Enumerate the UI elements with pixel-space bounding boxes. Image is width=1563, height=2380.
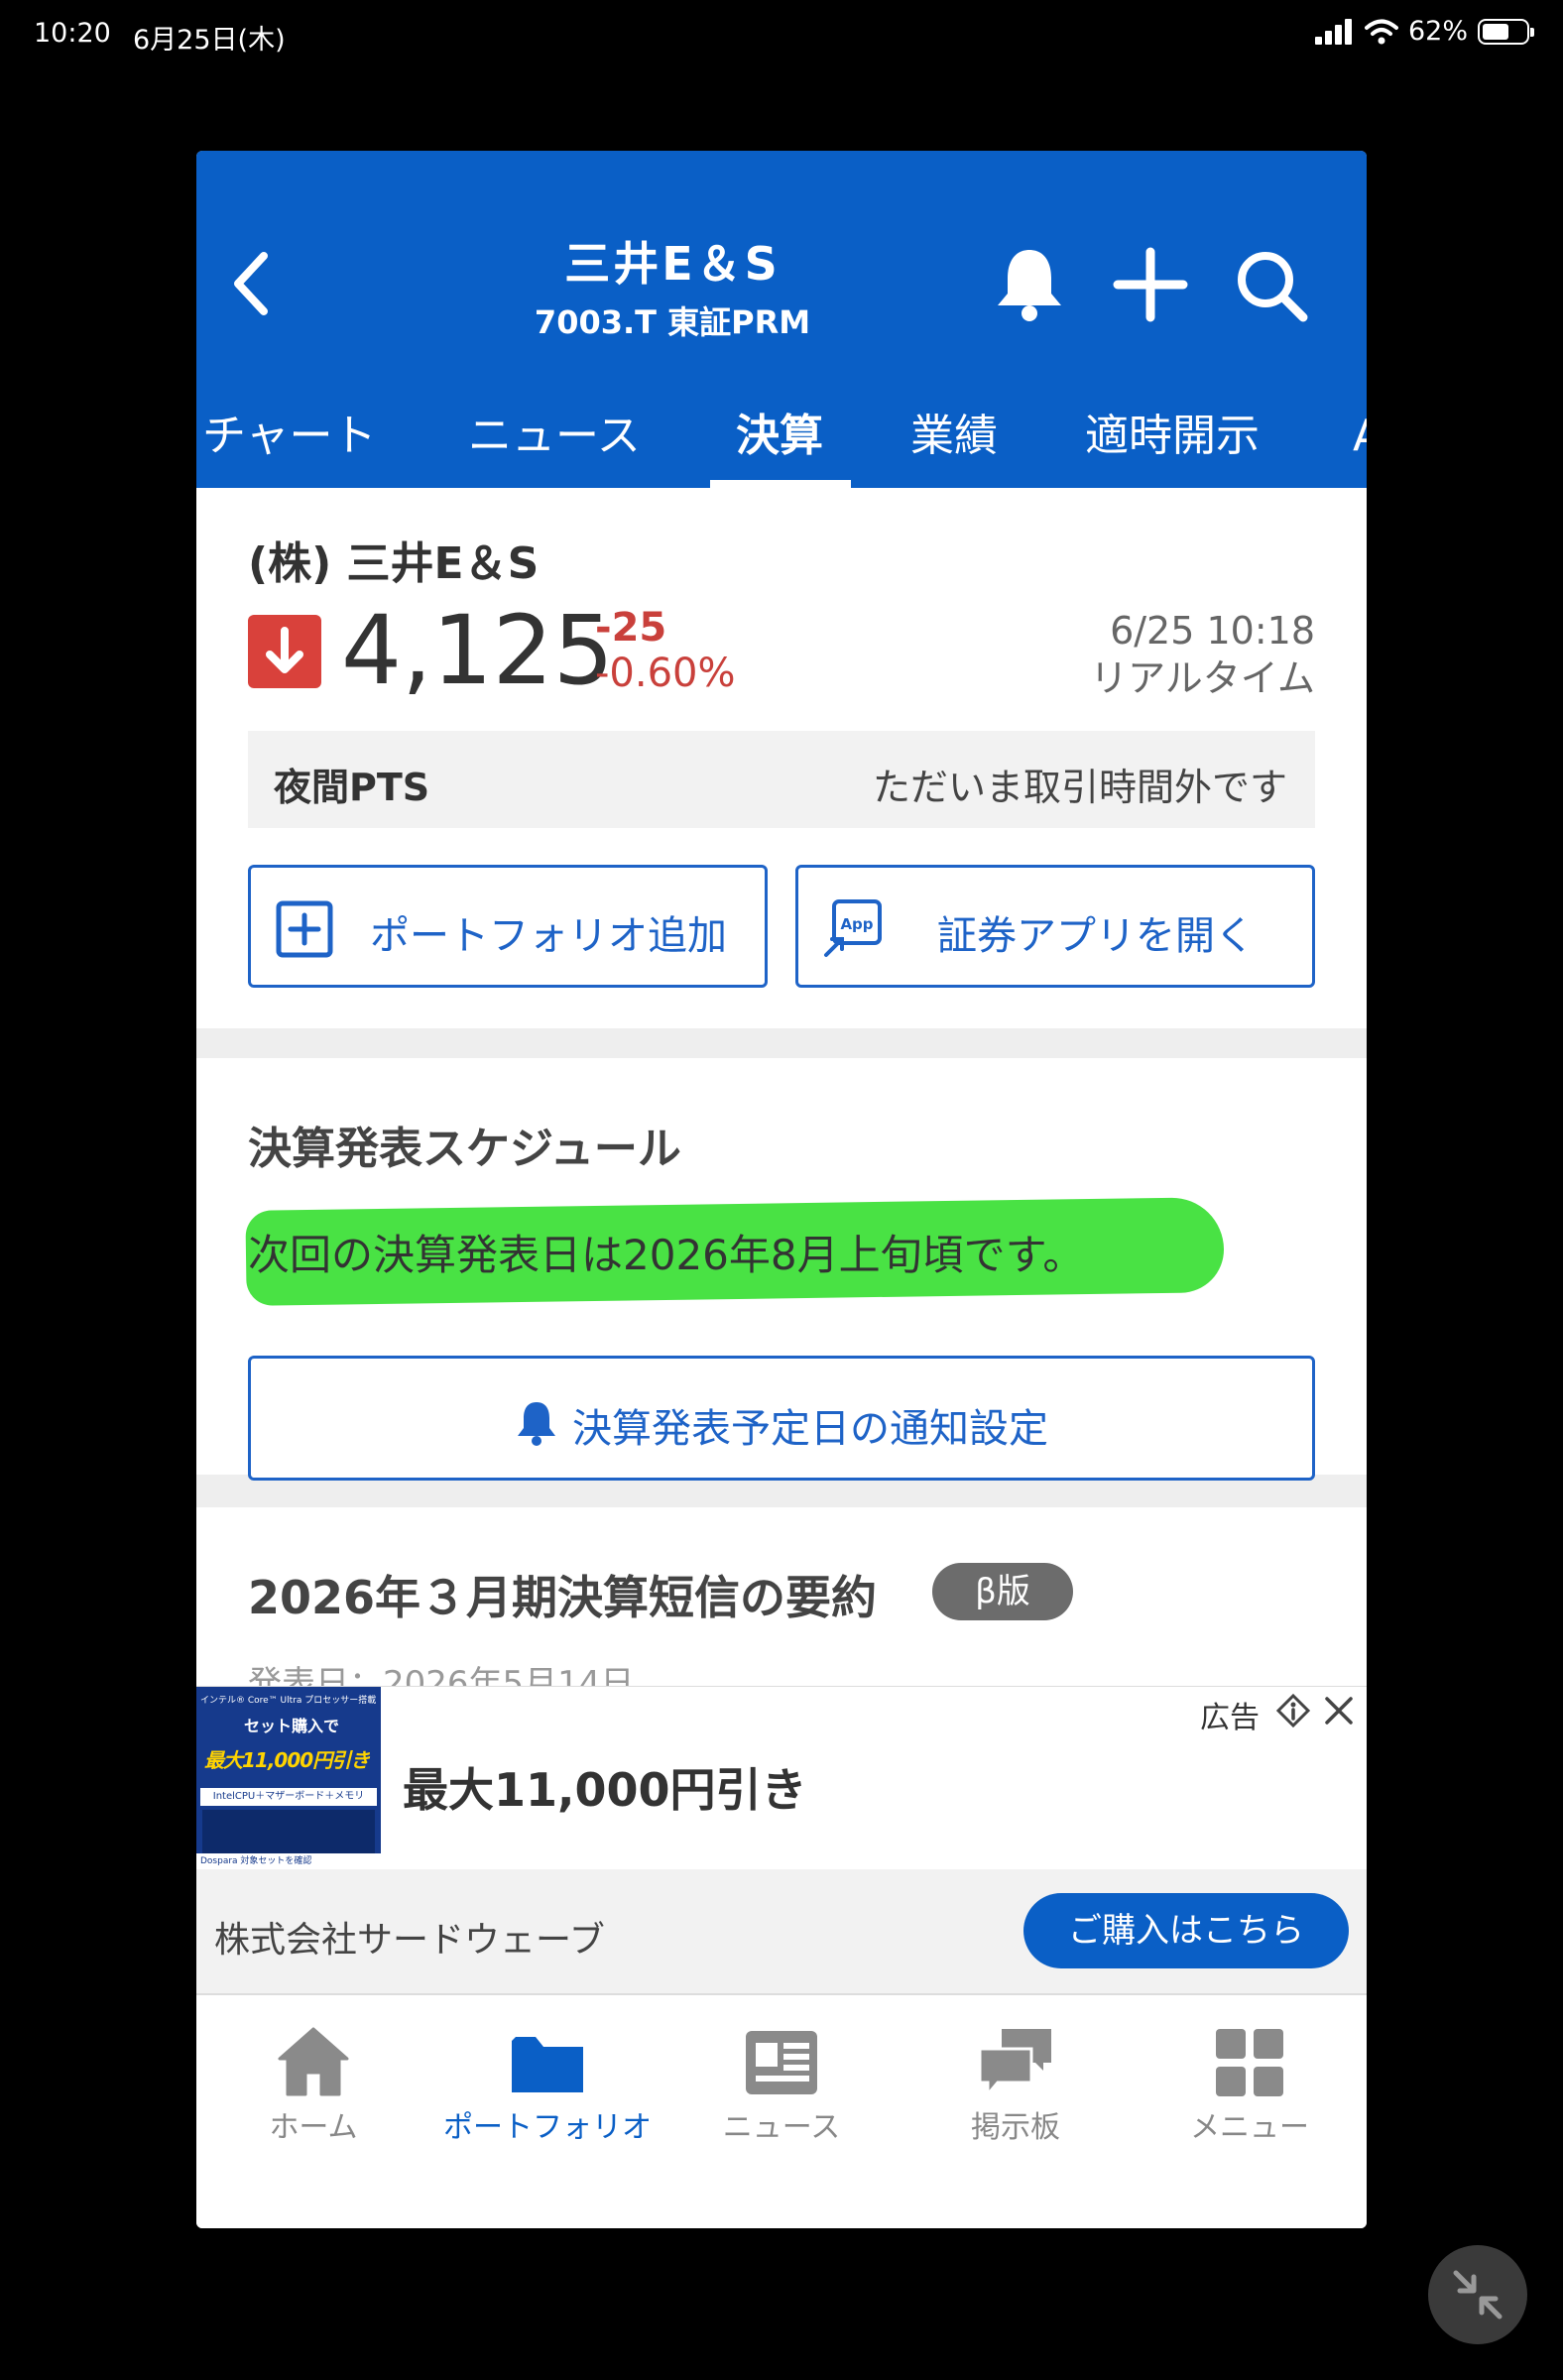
ticker-subtitle: 7003.T 東証PRM bbox=[534, 303, 811, 341]
tab-bar: チャート ニュース 決算 業績 適時開示 A bbox=[196, 377, 1367, 488]
next-earnings-text: 次回の決算発表日は2026年8月上旬頃です。 bbox=[248, 1231, 1085, 1279]
ad-cta-button[interactable]: ご購入はこちら bbox=[1023, 1893, 1349, 1968]
tab-more[interactable]: A bbox=[1353, 377, 1367, 488]
status-time: 10:20 bbox=[34, 18, 111, 49]
realtime-label: リアルタイム bbox=[1090, 656, 1315, 700]
ad-image-footer: Dospara 対象セットを確認 bbox=[196, 1853, 381, 1870]
nav-home[interactable]: ホーム bbox=[196, 1995, 430, 2228]
minimize-button[interactable] bbox=[1428, 2245, 1527, 2344]
status-indicators: 62% bbox=[1314, 16, 1534, 47]
chat-icon bbox=[978, 2029, 1051, 2099]
battery-percent: 62% bbox=[1407, 16, 1468, 47]
page-title-block: 三井E＆S 7003.T 東証PRM bbox=[415, 228, 930, 343]
folder-icon bbox=[512, 2037, 583, 2092]
battery-icon bbox=[1478, 18, 1534, 45]
back-button[interactable] bbox=[220, 240, 290, 329]
quote-card: (株) 三井E＆S 4,125 -25 -0.60% 6/25 10:18 リア… bbox=[196, 488, 1367, 1028]
app-header: 三井E＆S 7003.T 東証PRM チャート ニュース 決算 業績 適時開示 … bbox=[196, 151, 1367, 488]
nav-news-label: ニュース bbox=[722, 2110, 841, 2145]
ad-close-icon[interactable] bbox=[1321, 1693, 1357, 1728]
price-change-value: -25 bbox=[595, 605, 667, 651]
search-icon[interactable] bbox=[1232, 242, 1311, 327]
svg-text:App: App bbox=[840, 915, 873, 933]
earnings-schedule-card: 決算発表スケジュール 次回の決算発表日は2026年8月上旬頃です。 決算発表予定… bbox=[196, 1058, 1367, 1481]
newspaper-icon bbox=[746, 2031, 817, 2094]
bell-icon bbox=[518, 1402, 555, 1446]
active-tab-indicator bbox=[710, 480, 851, 488]
ad-label: 広告 bbox=[1200, 1701, 1260, 1735]
beta-badge: β版 bbox=[932, 1563, 1073, 1620]
earnings-summary-card: 2026年３月期決算短信の要約 β版 発表日：2026年5月14日 bbox=[196, 1507, 1367, 1704]
stock-price: 4,125 bbox=[341, 595, 614, 706]
price-change-percent: -0.60% bbox=[595, 651, 736, 696]
bottom-nav: ホーム ポートフォリオ ニュース 掲示板 メニュー bbox=[196, 1993, 1367, 2228]
status-bar: 10:20 6月25日(木) 62% bbox=[0, 0, 1563, 69]
signal-icon bbox=[1314, 18, 1352, 45]
earnings-notify-button[interactable]: 決算発表予定日の通知設定 bbox=[248, 1356, 1315, 1481]
advertiser-name: 株式会社サードウェーブ bbox=[214, 1920, 605, 1961]
bell-icon[interactable] bbox=[990, 242, 1069, 327]
nav-home-label: ホーム bbox=[269, 2110, 358, 2145]
open-securities-app-button[interactable]: App 証券アプリを開く bbox=[795, 865, 1315, 988]
nav-board[interactable]: 掲示板 bbox=[899, 1995, 1133, 2228]
nav-portfolio-label: ポートフォリオ bbox=[443, 2110, 652, 2145]
ad-image-strip: IntelCPU＋マザーボード＋メモリ bbox=[200, 1788, 377, 1806]
tab-news[interactable]: ニュース bbox=[468, 377, 641, 488]
page-title: 三井E＆S bbox=[564, 237, 781, 291]
ad-footer: 株式会社サードウェーブ ご購入はこちら bbox=[196, 1869, 1367, 1993]
nav-board-label: 掲示板 bbox=[971, 2110, 1060, 2145]
nav-menu-label: メニュー bbox=[1190, 2110, 1309, 2145]
ad-image[interactable]: インテル® Core™ Ultra プロセッサー搭載 セット購入で 最大11,0… bbox=[196, 1687, 381, 1870]
nav-portfolio[interactable]: ポートフォリオ bbox=[430, 1995, 664, 2228]
tab-performance[interactable]: 業績 bbox=[910, 377, 998, 488]
app-window: 三井E＆S 7003.T 東証PRM チャート ニュース 決算 業績 適時開示 … bbox=[196, 151, 1367, 2228]
price-change: -25 -0.60% bbox=[595, 605, 736, 696]
company-name: (株) 三井E＆S bbox=[248, 538, 540, 589]
grid-icon bbox=[1216, 2029, 1283, 2096]
status-date: 6月25日(木) bbox=[133, 25, 286, 56]
ad-image-caption: インテル® Core™ Ultra プロセッサー搭載 bbox=[200, 1696, 377, 1706]
quote-time: 6/25 10:18 リアルタイム bbox=[1090, 607, 1315, 702]
ad-image-subhead: セット購入で bbox=[244, 1717, 340, 1735]
ad-image-discount: 最大11,000円引き bbox=[204, 1748, 370, 1772]
schedule-title: 決算発表スケジュール bbox=[248, 1124, 681, 1174]
wifi-icon bbox=[1364, 19, 1398, 44]
app-launch-icon: App bbox=[824, 899, 882, 957]
open-securities-app-label: 証券アプリを開く bbox=[937, 913, 1255, 959]
home-icon bbox=[278, 2027, 349, 2096]
arrow-down-icon bbox=[248, 615, 321, 688]
add-portfolio-label: ポートフォリオ追加 bbox=[370, 913, 727, 959]
nav-news[interactable]: ニュース bbox=[664, 1995, 899, 2228]
tab-disclosure[interactable]: 適時開示 bbox=[1085, 377, 1260, 488]
quote-timestamp: 6/25 10:18 bbox=[1110, 609, 1315, 653]
summary-title: 2026年３月期決算短信の要約 bbox=[248, 1571, 878, 1624]
add-icon[interactable] bbox=[1111, 242, 1190, 327]
pts-status: ただいま取引時間外です bbox=[872, 766, 1287, 809]
tab-chart[interactable]: チャート bbox=[202, 377, 377, 488]
pts-label: 夜間PTS bbox=[274, 766, 430, 809]
ad-image-products bbox=[202, 1810, 375, 1853]
pts-row: 夜間PTS ただいま取引時間外です bbox=[248, 731, 1315, 828]
tab-earnings[interactable]: 決算 bbox=[736, 377, 823, 488]
add-portfolio-button[interactable]: ポートフォリオ追加 bbox=[248, 865, 768, 988]
collapse-arrows-icon bbox=[1453, 2270, 1503, 2320]
earnings-notify-label: 決算発表予定日の通知設定 bbox=[572, 1406, 1048, 1452]
ad-headline[interactable]: 最大11,000円引き bbox=[403, 1754, 807, 1820]
nav-menu[interactable]: メニュー bbox=[1133, 1995, 1367, 2228]
ad-info-icon[interactable] bbox=[1275, 1693, 1311, 1728]
ad-banner[interactable]: インテル® Core™ Ultra プロセッサー搭載 セット購入で 最大11,0… bbox=[196, 1686, 1367, 1870]
plus-square-icon bbox=[276, 900, 333, 958]
